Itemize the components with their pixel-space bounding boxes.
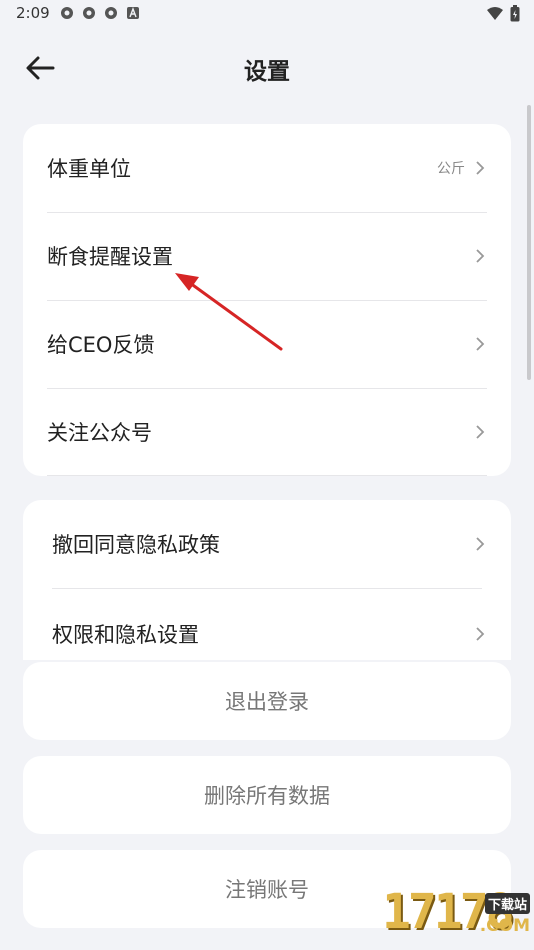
- watermark-suffix: 下载站: [484, 893, 530, 914]
- watermark-logo: 17178 下载站 .COM: [304, 880, 534, 950]
- watermark-domain: .COM: [479, 916, 530, 936]
- annotation-arrow: [175, 273, 283, 351]
